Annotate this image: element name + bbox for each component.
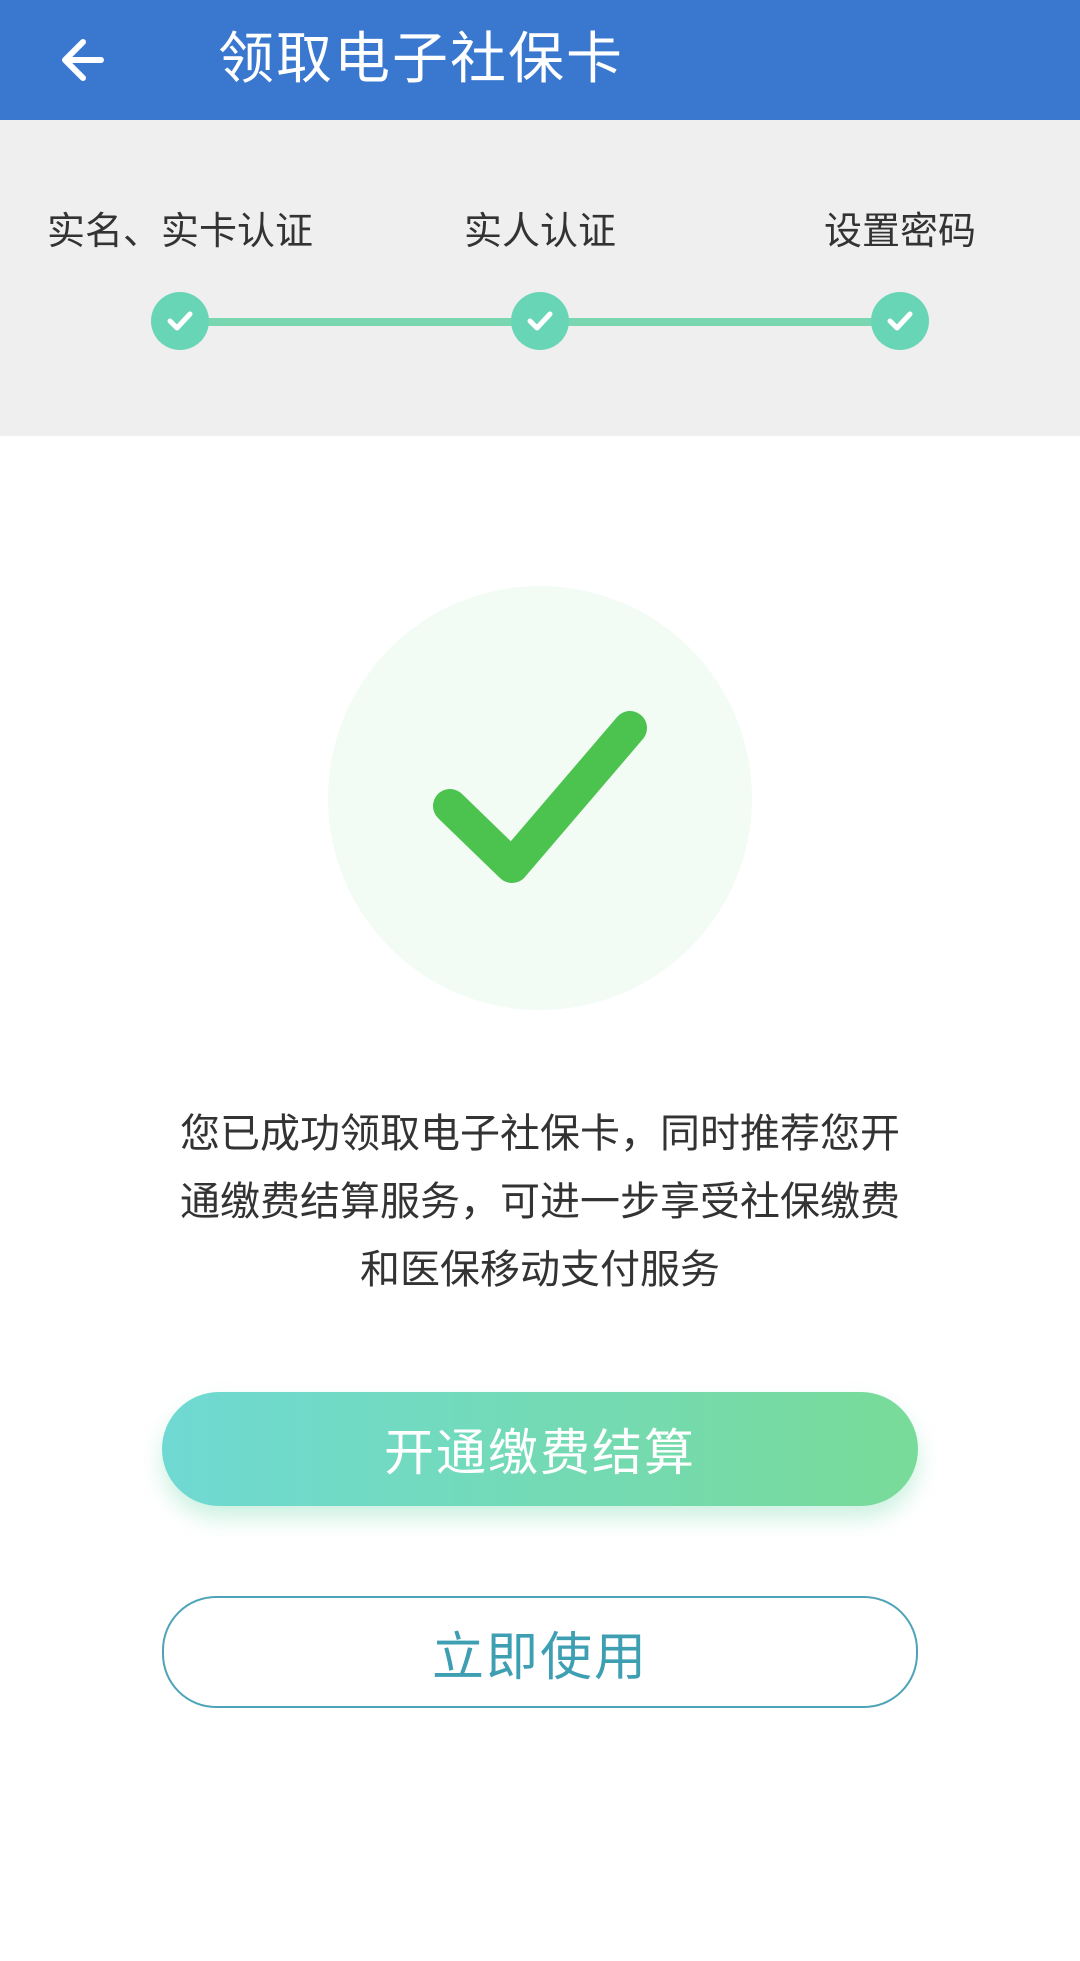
app-bar: 领取电子社保卡 [0, 0, 1080, 120]
step-progress: 实名、实卡认证 实人认证 设置密码 [0, 120, 1080, 436]
step-label-2: 实人认证 [463, 209, 617, 253]
step-complete-icon [871, 292, 929, 350]
enable-payment-button[interactable]: 开通缴费结算 [162, 1392, 918, 1506]
success-message: 您已成功领取电子社保卡，同时推荐您开通缴费结算服务，可进一步享受社保缴费和医保移… [180, 1111, 900, 1293]
arrow-left-icon [62, 39, 104, 81]
back-button[interactable] [40, 20, 126, 100]
page-title: 领取电子社保卡 [218, 27, 624, 92]
step-label-3: 设置密码 [823, 209, 977, 253]
check-icon [433, 711, 647, 883]
step-connector-1 [180, 318, 540, 326]
use-now-button[interactable]: 立即使用 [162, 1596, 918, 1708]
step-label-1: 实名、实卡认证 [46, 209, 314, 253]
step-complete-icon [151, 292, 209, 350]
step-complete-icon [511, 292, 569, 350]
success-badge [328, 586, 752, 1010]
step-connector-2 [540, 318, 900, 326]
